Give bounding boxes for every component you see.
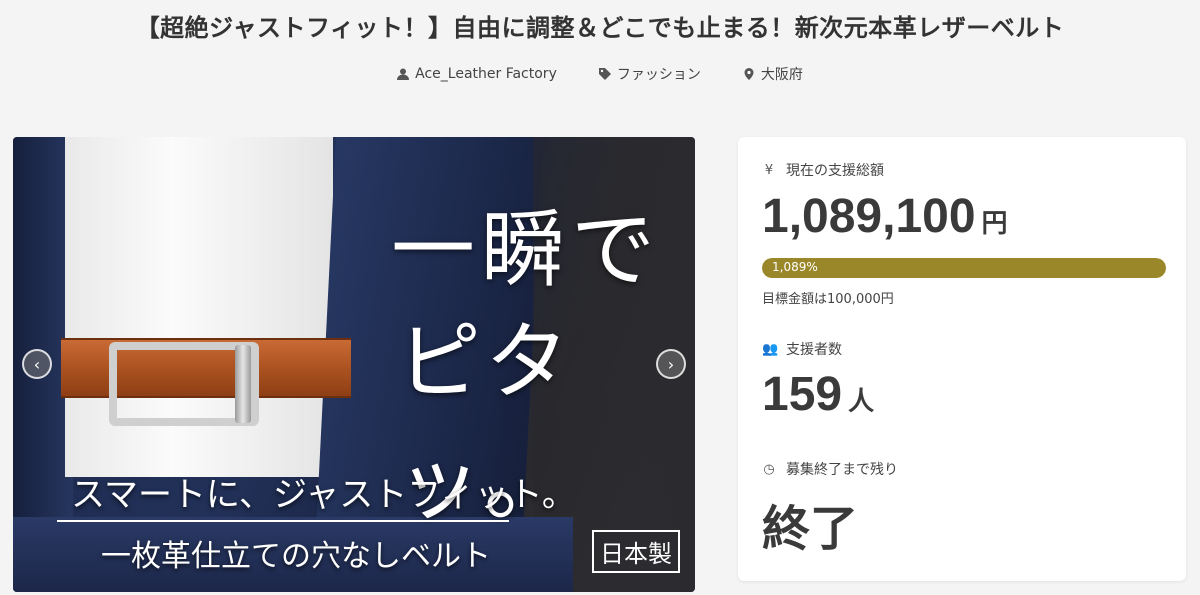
progress-text: 1,089% [772,260,818,274]
supporters-count: 159 人 [762,367,874,422]
owner-link[interactable]: Ace_Leather Factory [397,64,557,84]
remaining-value: 終了 [762,503,859,556]
shirt [65,137,333,477]
user-icon [397,68,410,80]
owner-name: Ace_Leather Factory [415,66,557,82]
project-meta: Ace_Leather Factory ファッション 大阪府 [0,64,1200,84]
project-title: 【超絶ジャストフィット！】自由に調整＆どこでも止まる！新次元本革レザーベルト [135,14,1065,42]
funding-panel: ¥ 現在の支援総額 1,089,100 円 1,089% 目標金額は100,000… [738,137,1186,581]
progress-bar: 1,089% [762,258,1166,278]
supporters-value: 159 [762,368,843,421]
supporters-label: 支援者数 [786,342,842,358]
location-link[interactable]: 大阪府 [743,64,803,84]
headline-line1: 一瞬で [391,201,662,299]
total-value: 1,089,100 [762,190,976,243]
supporters-label-row: 👥 支援者数 [762,339,842,359]
total-label: 現在の支援総額 [786,163,884,179]
carousel-prev-button[interactable]: ‹ [22,349,52,379]
tag-icon [598,68,611,80]
clock-icon: ◷ [763,461,775,477]
total-unit: 円 [981,208,1008,238]
progress-fill [762,258,1166,278]
map-pin-icon [744,68,754,80]
goal-amount: 目標金額は100,000円 [762,292,894,307]
remaining-label: 募集終了まで残り [786,462,898,478]
made-in-japan-badge: 日本製 [592,530,680,573]
hero-divider [57,520,509,522]
location-name: 大阪府 [760,67,803,83]
remaining-label-row: ◷ 募集終了まで残り [762,459,898,479]
category-name: ファッション [616,67,701,83]
total-label-row: ¥ 現在の支援総額 [762,160,884,180]
carousel-next-button[interactable]: › [656,349,686,379]
category-link[interactable]: ファッション [598,64,701,84]
hero-image: 一瞬で ピタッ。 スマートに、ジャストフィット。 一枚革仕立ての穴なしベルト 日… [13,137,695,592]
hero-subtitle: スマートに、ジャストフィット。 [71,475,576,515]
supporters-unit: 人 [848,386,875,416]
users-icon: 👥 [762,341,779,357]
yen-icon: ¥ [764,162,774,178]
hero-tagline: 一枚革仕立ての穴なしベルト [101,539,491,574]
chevron-right-icon: › [667,354,675,374]
total-amount: 1,089,100 円 [762,189,1008,244]
buckle-bar [235,345,251,423]
chevron-left-icon: ‹ [33,354,41,374]
